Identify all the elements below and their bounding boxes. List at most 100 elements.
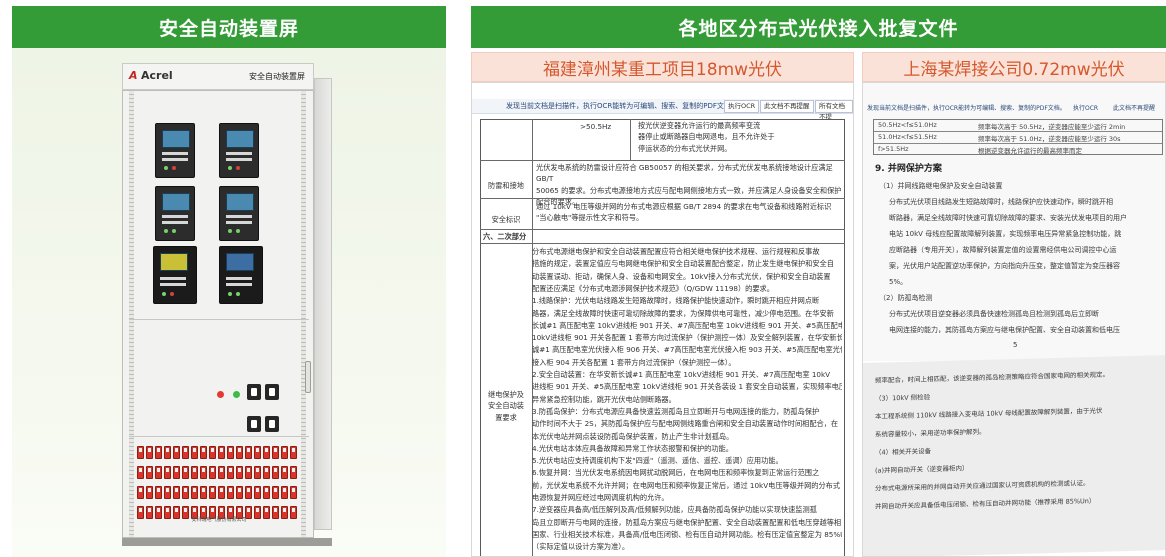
breaker-switch [155,446,162,459]
breaker-switch [182,486,189,499]
doc-line: 电网连接的能力，其防孤岛方案应与继电保护配置、安全自动装置和低电压 [889,326,1120,334]
breaker-switch [218,446,225,459]
breaker-switch [290,486,297,499]
doc-line: 分布式电源所采用的并网自动开关应通过国家认可资质机构的检测或认证。 [875,479,1090,493]
doc-line: 2.安全自动装置：在华安新长诚#1 高压配电室 10kV进线柜 901 开关、#… [532,370,831,379]
run-ocr-button[interactable]: 执行OCR [724,100,760,113]
breaker-switch [236,486,243,499]
doc-line: 诚#1 高压配电室光伏接入柜 906 开关、#7高压配电室光伏接入柜 903 开… [532,345,842,355]
protection-scheme-heading: 9. 并网保护方案 [875,164,942,174]
breaker-switch [200,446,207,459]
breaker-switch [290,446,297,459]
doc-line: 前，光伏发电系统不允许并网；在电网电压和频率恢复正常后，通过 10kV电压等级并… [532,480,841,490]
relay-requirements-label: 继电保护及 安全自动装 置要求 [488,390,524,422]
breaker-switch [191,446,198,459]
freq-range-cell: >50.5Hz [580,122,612,131]
breaker-switch [218,486,225,499]
doc-line: 系统容量较小，采用逆功率保护解列。 [875,427,986,439]
doc-line: 案，光伏用户站配置逆功率保护，方向指向升压变，整定值暂定为变压器容 [889,262,1120,270]
breaker-switch [254,466,261,479]
rotary-switch [265,416,279,432]
doc2-preview: 发现当前文档是扫描件，执行OCR能转为可编辑、搜索、复制的PDF文档。 执行OC… [862,82,1166,557]
doc-line: 10kV进线柜 901 开关各配置 1 套带方向过流保护（保护测控一体）及安全解… [532,333,842,343]
breaker-switch [281,466,288,479]
doc-line: 4.光伏电站本体应具备故障和异常工作状态报警和保护的功能。 [532,443,733,453]
relay-device [219,186,259,241]
breaker-switch [200,486,207,499]
doc-line: 国家、行业相关技术标准，具备高/低电压闭锁、检有压自动并网功能。检有压定值宜整定… [532,529,842,539]
breaker-switch [209,486,216,499]
doc-line: （3）10kV 侧检验 [875,393,931,403]
breaker-switch [137,486,144,499]
doc1-page: >50.5Hz 按光伏逆变器允许运行的最高频率变流 器停止或断路器自电网退电，且… [480,119,845,556]
breaker-switch [164,466,171,479]
breaker-switch [164,486,171,499]
doc-line: 断路器，满足全线故障时快速可靠切除故障的要求、安装光伏发电项目的用户 [889,214,1127,222]
breaker-switch [155,466,162,479]
dismiss-doc-button[interactable]: 此文档不再提醒 [760,100,814,113]
breaker-switch [272,446,279,459]
doc-line: 并网自动开关应具备低电压闭锁、检有压自动并网功能（推荐采用 85%Un） [875,496,1096,511]
cabinet-footer-label: 安科瑞电气股份有限公司 [191,517,247,523]
green-indicator-light [233,391,240,398]
breaker-switch [245,486,252,499]
run-ocr-button[interactable]: 执行OCR [1073,103,1098,112]
freq-table: 50.5Hz<f≤51.0Hz 频率每次高于 50.5Hz，逆变器应能至少运行 … [873,119,1163,155]
breaker-switch [272,466,279,479]
rotary-switch [247,384,261,400]
breaker-switch [254,486,261,499]
breaker-switch [290,466,297,479]
breaker-switch [227,446,234,459]
breaker-switch [236,446,243,459]
doc-line: 7.逆变器应具备高/低压解列及高/低频解列功能，应具备防孤岛保护功能以实现快速监… [532,505,817,515]
cabinet-top-banner: A Acrel 安全自动装置屏 [122,63,314,90]
doc-line: 5%。 [889,278,908,286]
breaker-switch [200,466,207,479]
cabinet-right-rail [301,91,306,537]
breaker-switch [173,466,180,479]
doc1-caption: 福建漳州某重工项目18mw光伏 [471,52,854,82]
doc-line: 电源恢复并网应经过电网调度机构的允许。 [532,493,669,502]
breaker-switch [182,446,189,459]
ocr-notice-text: 发现当前文档是扫描件，执行OCR能转为可编辑、搜索、复制的PDF文档。 [506,102,738,110]
doc-line: 分布式电源继电保护和安全自动装置配置应符合相关继电保护技术规程、运行规程和反事故 [532,247,820,256]
cabinet-left-rail [129,91,134,537]
breaker-switch [146,466,153,479]
doc-line: 措施的规定，装置定值应与电网继电保护和安全自动装置配合整定，防止发生继电保护和安… [532,259,834,269]
doc-line: （2）防孤岛检测 [879,294,933,302]
rotary-switch [265,384,279,400]
relay-device [219,123,259,178]
doc-line: 配置还应满足《分布式电源涉网保护技术规范》（Q/GDW 11198）的要求。 [532,283,774,293]
cabinet-door-handle [305,361,311,393]
breaker-switch [245,446,252,459]
breaker-switch [209,446,216,459]
dismiss-doc-button[interactable]: 此文档不再提醒 [1113,103,1155,112]
doc-line: 长诚#1 高压配电室 10kV进线柜 901 开关、#7高压配电室 10kV进线… [532,320,842,330]
protection-device [219,246,263,304]
breaker-switch [137,446,144,459]
breaker-switch [236,466,243,479]
doc-line: 频率配合，时间上相匹配，该逆变器的孤岛检测策略应符合国家电网的相关规定。 [875,370,1109,385]
breaker-switch [263,446,270,459]
cabinet-section-header: 安全自动装置屏 [12,6,446,48]
doc-line: 5 [1013,341,1018,349]
breaker-switch [245,466,252,479]
doc-line: 路器，满足全线故障时快速可靠切除故障的要求，为保障供电可靠性，减少停电范围。在华… [532,308,834,318]
grounding-label: 防雷和接地 [488,181,524,190]
breaker-switch [218,466,225,479]
breaker-switch [182,466,189,479]
breaker-switch [263,466,270,479]
freq-table-cell: 频率每次高于 51.0Hz，逆变器应能至少运行 30s [978,135,1121,143]
doc-line: （4）相关开关设备 [875,447,932,457]
safety-sign-text: 通过 10kV 电压等级并网的分布式电源应根据 GB/T 2894 的要求在电气… [536,202,832,223]
doc-line: 本工程系统侧 110kV 线路接入变电站 10kV 母线配置故障解列装置，由于光… [875,406,1103,421]
acrel-logo: A [129,69,138,82]
doc-line: 应断路器（专用开关），故障解列装置定值的设置需经供电公司调控中心运 [889,246,1117,254]
breaker-switch [191,466,198,479]
doc1-preview: 发现当前文档是扫描件，执行OCR能转为可编辑、搜索、复制的PDF文档。 执行OC… [471,82,854,557]
protection-device [153,246,197,304]
doc-line: 异常紧急控制功能，跳开光伏电站侧断路器。 [532,394,676,404]
dismiss-all-button[interactable]: 所有文档不提 [815,100,853,121]
doc-line: 3.防孤岛保护：分布式电源应具备快速监测孤岛且立即断开与电网连接的能力，防孤岛保… [532,406,820,416]
ocr-notice-bar: 发现当前文档是扫描件，执行OCR能转为可编辑、搜索、复制的PDF文档。 执行OC… [863,101,1165,113]
